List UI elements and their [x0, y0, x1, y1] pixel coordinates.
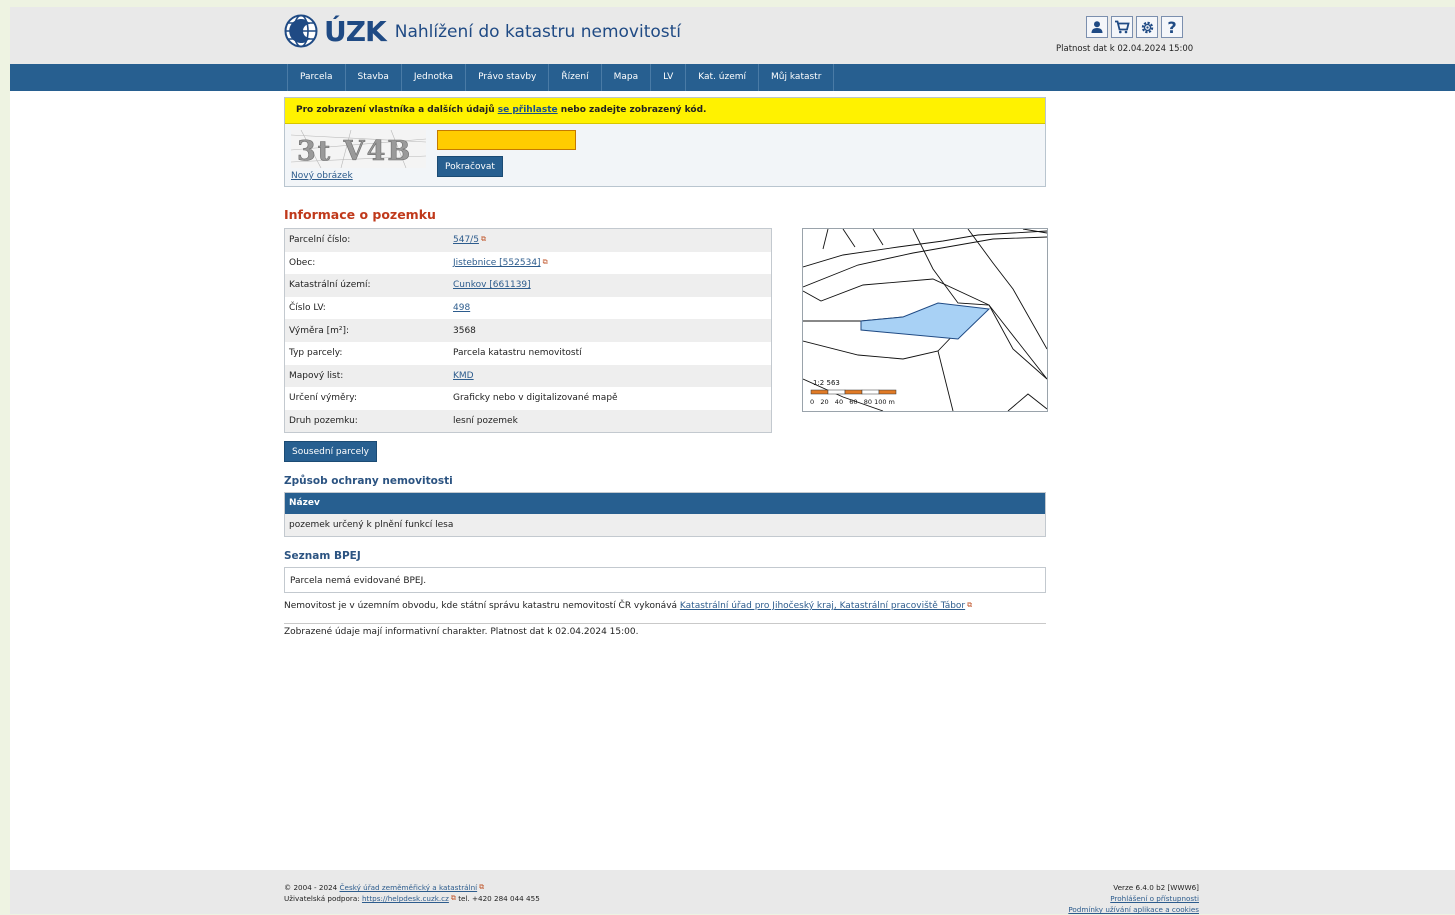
territory-text: Nemovitost je v územním obvodu, kde stát… [284, 601, 678, 611]
protection-table: Název pozemek určený k plnění funkcí les… [284, 492, 1046, 537]
scale-ticks: 0 20 40 60 80 100 m [810, 398, 895, 406]
table-row: Parcelní číslo: 547/5 ⧉ [285, 229, 771, 252]
map-scale-label: 1:2 563 [813, 379, 840, 387]
user-button[interactable] [1086, 16, 1108, 38]
nav-stavba[interactable]: Stavba [346, 64, 402, 91]
table-row: Typ parcely: Parcela katastru nemovitost… [285, 341, 771, 365]
external-link-icon: ⧉ [967, 601, 973, 609]
cart-icon [1115, 20, 1130, 34]
nav-pravo-stavby[interactable]: Právo stavby [466, 64, 550, 91]
app-title: Nahlížení do katastru nemovitostí [394, 22, 682, 42]
data-validity: Platnost dat k 02.04.2024 15:00 [1056, 44, 1194, 54]
table-row: Číslo LV: 498 [285, 296, 771, 320]
new-image-link[interactable]: Nový obrázek [291, 171, 353, 181]
helpdesk-link[interactable]: https://helpdesk.cuzk.cz [362, 894, 449, 903]
login-link[interactable]: se přihlaste [498, 105, 558, 115]
parcel-info-table: Parcelní číslo: 547/5 ⧉ Obec: Jistebnice … [284, 228, 772, 434]
nav-jednotka[interactable]: Jednotka [402, 64, 467, 91]
user-icon [1091, 21, 1103, 33]
neighbor-parcels-button[interactable]: Sousední parcely [284, 441, 377, 462]
nav-kat-uzemi[interactable]: Kat. území [686, 64, 760, 91]
captcha-text: 3t V4B [297, 136, 412, 167]
nav-mapa[interactable]: Mapa [602, 64, 652, 91]
login-message: Pro zobrazení vlastníka a dalších údajů … [285, 98, 1045, 124]
copyright: © 2004 - 2024 [284, 883, 338, 892]
table-row: Výměra [m²]: 3568 [285, 319, 771, 342]
table-row: pozemek určený k plnění funkcí lesa [285, 514, 1045, 536]
continue-button[interactable]: Pokračovat [437, 156, 503, 177]
map-drawing: 1:2 563 0 20 40 60 80 100 m [802, 228, 1048, 412]
nav-parcela[interactable]: Parcela [287, 64, 346, 91]
row-label: Druh pozemku: [289, 416, 358, 427]
logo-text: ÚZK [324, 14, 387, 48]
page: ÚZK Nahlížení do katastru nemovitostí ? … [10, 7, 1455, 914]
settings-button[interactable] [1136, 16, 1158, 38]
office-link[interactable]: Český úřad zeměměřický a katastrální [340, 883, 478, 892]
help-button[interactable]: ? [1161, 16, 1183, 38]
selected-parcel [860, 302, 991, 340]
external-link-icon: ⧉ [450, 894, 456, 902]
footer-left: © 2004 - 2024 Český úřad zeměměřický a k… [284, 882, 540, 904]
column-header-name: Název [285, 493, 1045, 514]
login-box: Pro zobrazení vlastníka a dalších údajů … [284, 97, 1046, 187]
header: ÚZK Nahlížení do katastru nemovitostí ? … [10, 7, 1455, 64]
settings-icon [1141, 21, 1153, 33]
main-nav: Parcela Stavba Jednotka Právo stavby Říz… [10, 64, 1455, 91]
table-row: Mapový list: KMD [285, 364, 771, 388]
land-type-value: lesní pozemek [453, 416, 518, 427]
support-phone: tel. +420 284 044 455 [458, 894, 540, 903]
globe-logo-icon [284, 14, 318, 48]
cart-button[interactable] [1111, 16, 1133, 38]
row-label: Typ parcely: [289, 348, 343, 359]
bpej-box: Parcela nemá evidované BPEJ. [284, 567, 1046, 593]
cadastral-area-link[interactable]: Cunkov [661139] [453, 280, 531, 290]
municipality-link[interactable]: Jistebnice [552534] [453, 258, 541, 268]
nav-muj-katastr[interactable]: Můj katastr [759, 64, 835, 91]
parcel-heading: Informace o pozemku [284, 207, 436, 222]
bpej-heading: Seznam BPEJ [284, 550, 361, 562]
footer-right: Verze 6.4.0 b2 [WWW6] Prohlášení o příst… [1068, 882, 1199, 915]
disclaimer: Zobrazené údaje mají informativní charak… [284, 627, 639, 637]
accessibility-link[interactable]: Prohlášení o přístupnosti [1110, 894, 1199, 903]
territory-note: Nemovitost je v územním obvodu, kde stát… [284, 601, 972, 611]
lv-number-link[interactable]: 498 [453, 303, 470, 313]
area-determination-value: Graficky nebo v digitalizované mapě [453, 393, 618, 404]
parcel-number-link[interactable]: 547/5 [453, 235, 479, 245]
table-row: Obec: Jistebnice [552534] ⧉ [285, 251, 771, 275]
table-row: Druh pozemku: lesní pozemek [285, 409, 771, 433]
footer: © 2004 - 2024 Český úřad zeměměřický a k… [10, 870, 1455, 914]
divider [284, 623, 1046, 624]
row-label: Určení výměry: [289, 393, 358, 404]
external-link-icon: ⧉ [479, 883, 485, 891]
parcel-map[interactable]: 1:2 563 0 20 40 60 80 100 m [802, 228, 1048, 412]
support-label: Uživatelská podpora: [284, 894, 360, 903]
captcha-input[interactable] [437, 130, 576, 150]
row-label: Obec: [289, 257, 316, 268]
map-sheet-link[interactable]: KMD [453, 371, 474, 381]
login-msg-after: nebo zadejte zobrazený kód. [560, 105, 707, 115]
captcha-image: 3t V4B [291, 130, 426, 168]
row-label: Výměra [m²]: [289, 325, 350, 336]
cuzk-logo[interactable]: ÚZK Nahlížení do katastru nemovitostí [284, 13, 681, 49]
table-row: Určení výměry: Graficky nebo v digitaliz… [285, 387, 771, 410]
header-icons: ? [1086, 16, 1183, 38]
row-label: Parcelní číslo: [289, 235, 351, 246]
cadastral-office-link[interactable]: Katastrální úřad pro Jihočeský kraj, Kat… [680, 601, 965, 611]
external-link-icon: ⧉ [480, 235, 486, 244]
table-row: Katastrální území: Cunkov [661139] [285, 274, 771, 297]
row-label: Číslo LV: [289, 303, 326, 314]
external-link-icon: ⧉ [542, 257, 548, 266]
protection-heading: Způsob ochrany nemovitosti [284, 475, 453, 487]
login-msg-before: Pro zobrazení vlastníka a dalších údajů [296, 105, 495, 115]
row-label: Katastrální území: [289, 280, 371, 291]
scale-bar [810, 389, 897, 395]
area-value: 3568 [453, 325, 476, 336]
row-label: Mapový list: [289, 370, 344, 381]
nav-rizeni[interactable]: Řízení [549, 64, 602, 91]
help-icon: ? [1167, 17, 1177, 37]
version: Verze 6.4.0 b2 [WWW6] [1113, 883, 1199, 892]
nav-lv[interactable]: LV [651, 64, 687, 91]
terms-link[interactable]: Podmínky užívání aplikace a cookies [1068, 905, 1199, 914]
parcel-type-value: Parcela katastru nemovitostí [453, 348, 582, 359]
